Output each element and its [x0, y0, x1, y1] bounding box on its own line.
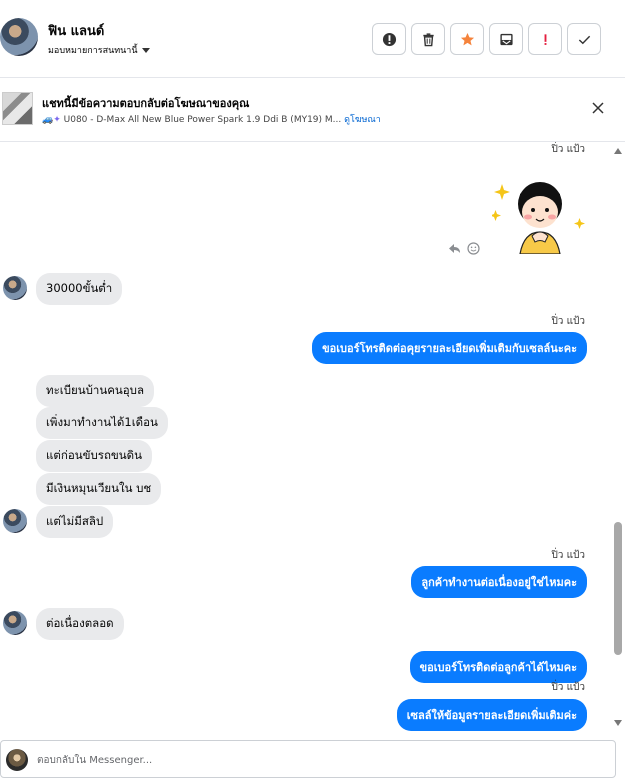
close-icon[interactable]	[591, 101, 605, 115]
incoming-message[interactable]: 30000ขั้นต่ำ	[36, 273, 123, 305]
reply-icon[interactable]	[448, 242, 461, 255]
incoming-message[interactable]: แต่ก่อนขับรถขนดิน	[36, 440, 152, 472]
message-actions	[448, 242, 480, 255]
scroll-down-arrow-icon[interactable]	[614, 720, 622, 726]
star-button[interactable]	[450, 23, 484, 55]
sticker-girl-image	[492, 182, 585, 254]
scrollbar-thumb[interactable]	[614, 522, 622, 655]
outgoing-message[interactable]: ลูกค้าทำงานต่อเนื่องอยู่ใช่ไหมคะ	[411, 566, 587, 598]
reply-composer	[0, 740, 616, 778]
archive-button[interactable]	[489, 23, 523, 55]
assign-label: มอบหมายการสนทนานี้	[48, 46, 138, 56]
incoming-message[interactable]: ต่อเนื่องตลอด	[36, 608, 124, 640]
ad-banner-subtitle: 🚙✦ U080 - D-Max All New Blue Power Spark…	[42, 112, 381, 126]
delete-button[interactable]	[411, 23, 445, 55]
contact-avatar-small[interactable]	[3, 276, 27, 300]
sender-name: ปิ่ว แป้ว	[551, 682, 585, 693]
mark-done-button[interactable]	[567, 23, 601, 55]
archive-icon	[499, 33, 513, 45]
mark-important-button[interactable]	[528, 23, 562, 55]
outgoing-message[interactable]: ขอเบอร์โทรติดต่อลูกค้าได้ไหมคะ	[409, 651, 587, 683]
reply-input[interactable]	[37, 748, 597, 772]
sender-name: ปิ่ว แป้ว	[551, 316, 585, 327]
exclamation-icon	[544, 33, 546, 45]
contact-avatar-small[interactable]	[3, 611, 27, 635]
sender-name: ปิ่ว แป้ว	[551, 550, 585, 561]
conversation-header: ฟิน แลนด์ มอบหมายการสนทนานี้	[0, 0, 625, 78]
car-icon: 🚙	[42, 115, 54, 125]
page-avatar	[6, 749, 28, 771]
message-thread: ปิ่ว แป้ว 30000ขั้นต่ำ ปิ่ว แป้ว ขอเบอร์…	[0, 142, 625, 739]
emoji-icon[interactable]	[467, 242, 480, 255]
incoming-message[interactable]: มีเงินหมุนเวียนใน บช	[36, 473, 162, 505]
ad-thumbnail[interactable]	[2, 92, 33, 125]
check-icon	[578, 35, 590, 44]
star-icon	[460, 32, 474, 45]
contact-name[interactable]: ฟิน แลนด์	[48, 20, 104, 41]
incoming-message[interactable]: ทะเบียนบ้านคนอุบล	[36, 375, 155, 407]
caret-down-icon	[141, 47, 150, 53]
view-ad-link[interactable]: ดูโฆษณา	[344, 115, 381, 125]
report-icon	[382, 32, 396, 46]
contact-avatar-small[interactable]	[3, 509, 27, 533]
ad-banner-title: แชทนี้มีข้อความตอบกลับต่อโฆษณาของคุณ	[42, 97, 250, 110]
ad-reply-banner: แชทนี้มีข้อความตอบกลับต่อโฆษณาของคุณ 🚙✦ …	[0, 78, 625, 142]
outgoing-message[interactable]: ขอเบอร์โทรติดต่อคุยรายละเอียดเพิ่มเติมกั…	[312, 332, 587, 364]
ad-name: U080 - D-Max All New Blue Power Spark 1.…	[63, 115, 342, 125]
trash-icon	[422, 32, 434, 46]
assign-conversation-dropdown[interactable]: มอบหมายการสนทนานี้	[48, 43, 150, 57]
sender-name: ปิ่ว แป้ว	[551, 144, 585, 155]
action-toolbar	[372, 23, 601, 55]
incoming-message[interactable]: แต่ไม่มีสลิป	[36, 506, 114, 538]
scroll-up-arrow-icon[interactable]	[614, 148, 622, 154]
sparkle-icon: ✦	[53, 115, 61, 125]
contact-avatar[interactable]	[0, 18, 38, 56]
report-button[interactable]	[372, 23, 406, 55]
outgoing-message[interactable]: เซลล์ให้ข้อมูลรายละเอียดเพิ่มเติมค่ะ	[396, 699, 587, 731]
incoming-message[interactable]: เพิ่งมาทำงานได้1เดือน	[36, 407, 168, 439]
